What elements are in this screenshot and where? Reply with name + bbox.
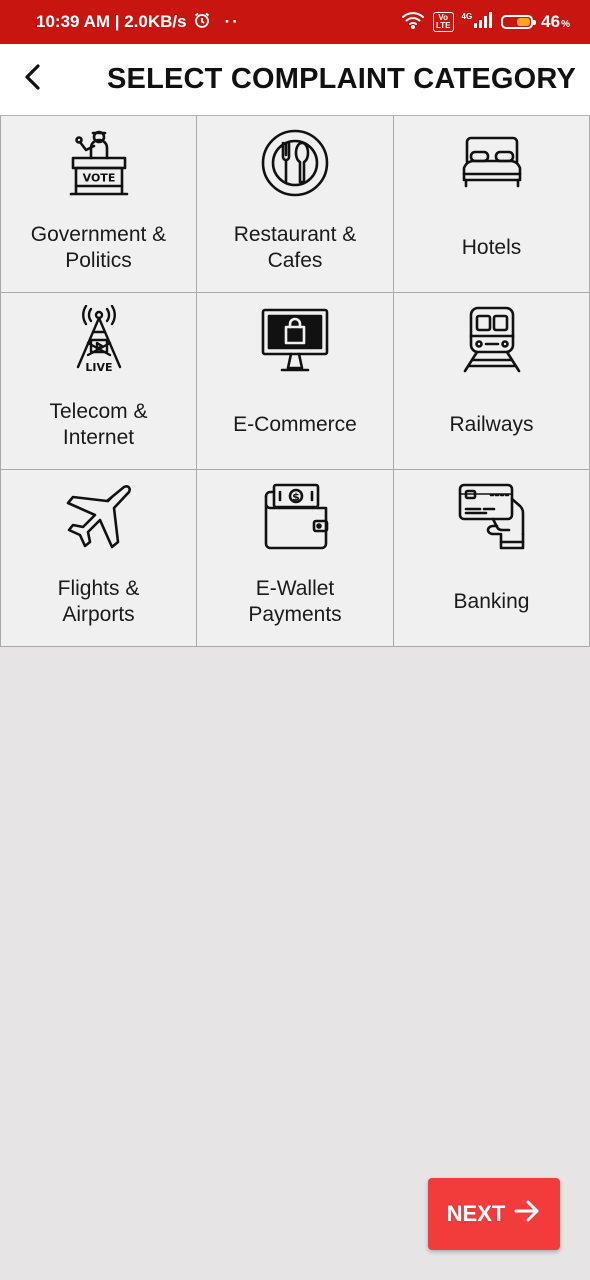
battery-percent-group: 46% — [541, 12, 570, 32]
vote-booth-icon: VOTE — [64, 128, 134, 198]
svg-text:LIVE: LIVE — [85, 361, 112, 374]
category-ecommerce[interactable]: E-Commerce — [197, 293, 394, 470]
battery-percent: 46 — [541, 12, 561, 31]
category-telecom-internet[interactable]: LIVE Telecom & Internet — [0, 293, 197, 470]
category-government-politics[interactable]: VOTE Government & Politics — [0, 116, 197, 293]
status-left: 10:39 AM | 2.0KB/s ·· — [36, 11, 240, 34]
wifi-icon — [401, 11, 425, 34]
category-label: E-Commerce — [233, 413, 357, 436]
battery-percent-sign: % — [561, 19, 570, 30]
back-button[interactable] — [6, 44, 62, 115]
signal-icon — [473, 11, 493, 33]
category-label: Restaurant & Cafes — [233, 223, 357, 272]
category-banking[interactable]: Banking — [394, 470, 590, 647]
network-type: 4G — [461, 11, 473, 21]
alarm-icon — [193, 11, 211, 34]
bed-icon — [457, 128, 527, 198]
train-icon — [457, 305, 527, 375]
category-grid: VOTE Government & Politics Restaurant & … — [0, 115, 590, 647]
status-right: Vo LTE 4G 46% — [401, 11, 570, 34]
status-dots: ·· — [224, 12, 240, 31]
category-flights-airports[interactable]: Flights & Airports — [0, 470, 197, 647]
category-hotels[interactable]: Hotels — [394, 116, 590, 293]
live-tower-icon: LIVE — [64, 305, 134, 375]
category-restaurant-cafes[interactable]: Restaurant & Cafes — [197, 116, 394, 293]
next-button-label: NEXT — [446, 1201, 506, 1226]
page-title: SELECT COMPLAINT CATEGORY — [107, 63, 576, 95]
svg-text:VOTE: VOTE — [82, 172, 115, 185]
app-header: SELECT COMPLAINT CATEGORY — [0, 44, 590, 115]
arrow-right-icon — [513, 1199, 541, 1229]
next-button[interactable]: NEXT — [428, 1178, 560, 1250]
svg-text:$: $ — [292, 491, 300, 504]
volte-bottom: LTE — [435, 21, 451, 30]
battery-fill — [517, 18, 531, 26]
category-label: Government & Politics — [30, 223, 167, 272]
airplane-icon — [64, 482, 134, 552]
battery-tip — [533, 20, 537, 25]
status-bar: 10:39 AM | 2.0KB/s ·· Vo LTE 4G 46% — [0, 0, 590, 44]
battery-icon — [501, 15, 537, 29]
signal-group: 4G — [461, 11, 494, 33]
category-label: Banking — [453, 590, 530, 613]
category-ewallet-payments[interactable]: $ E-Wallet Payments — [197, 470, 394, 647]
back-arrow-icon — [22, 63, 46, 96]
category-railways[interactable]: Railways — [394, 293, 590, 470]
card-in-hand-icon — [457, 482, 527, 552]
category-label: Hotels — [461, 236, 522, 259]
category-label: E-Wallet Payments — [248, 577, 342, 626]
monitor-shopping-bag-icon — [260, 305, 330, 375]
category-label: Flights & Airports — [57, 577, 140, 626]
plate-cutlery-icon — [260, 128, 330, 198]
wallet-icon: $ — [260, 482, 330, 552]
volte-badge: Vo LTE — [432, 12, 454, 32]
category-label: Telecom & Internet — [49, 400, 148, 449]
status-time-speed: 10:39 AM | 2.0KB/s — [36, 12, 187, 31]
category-label: Railways — [449, 413, 534, 436]
